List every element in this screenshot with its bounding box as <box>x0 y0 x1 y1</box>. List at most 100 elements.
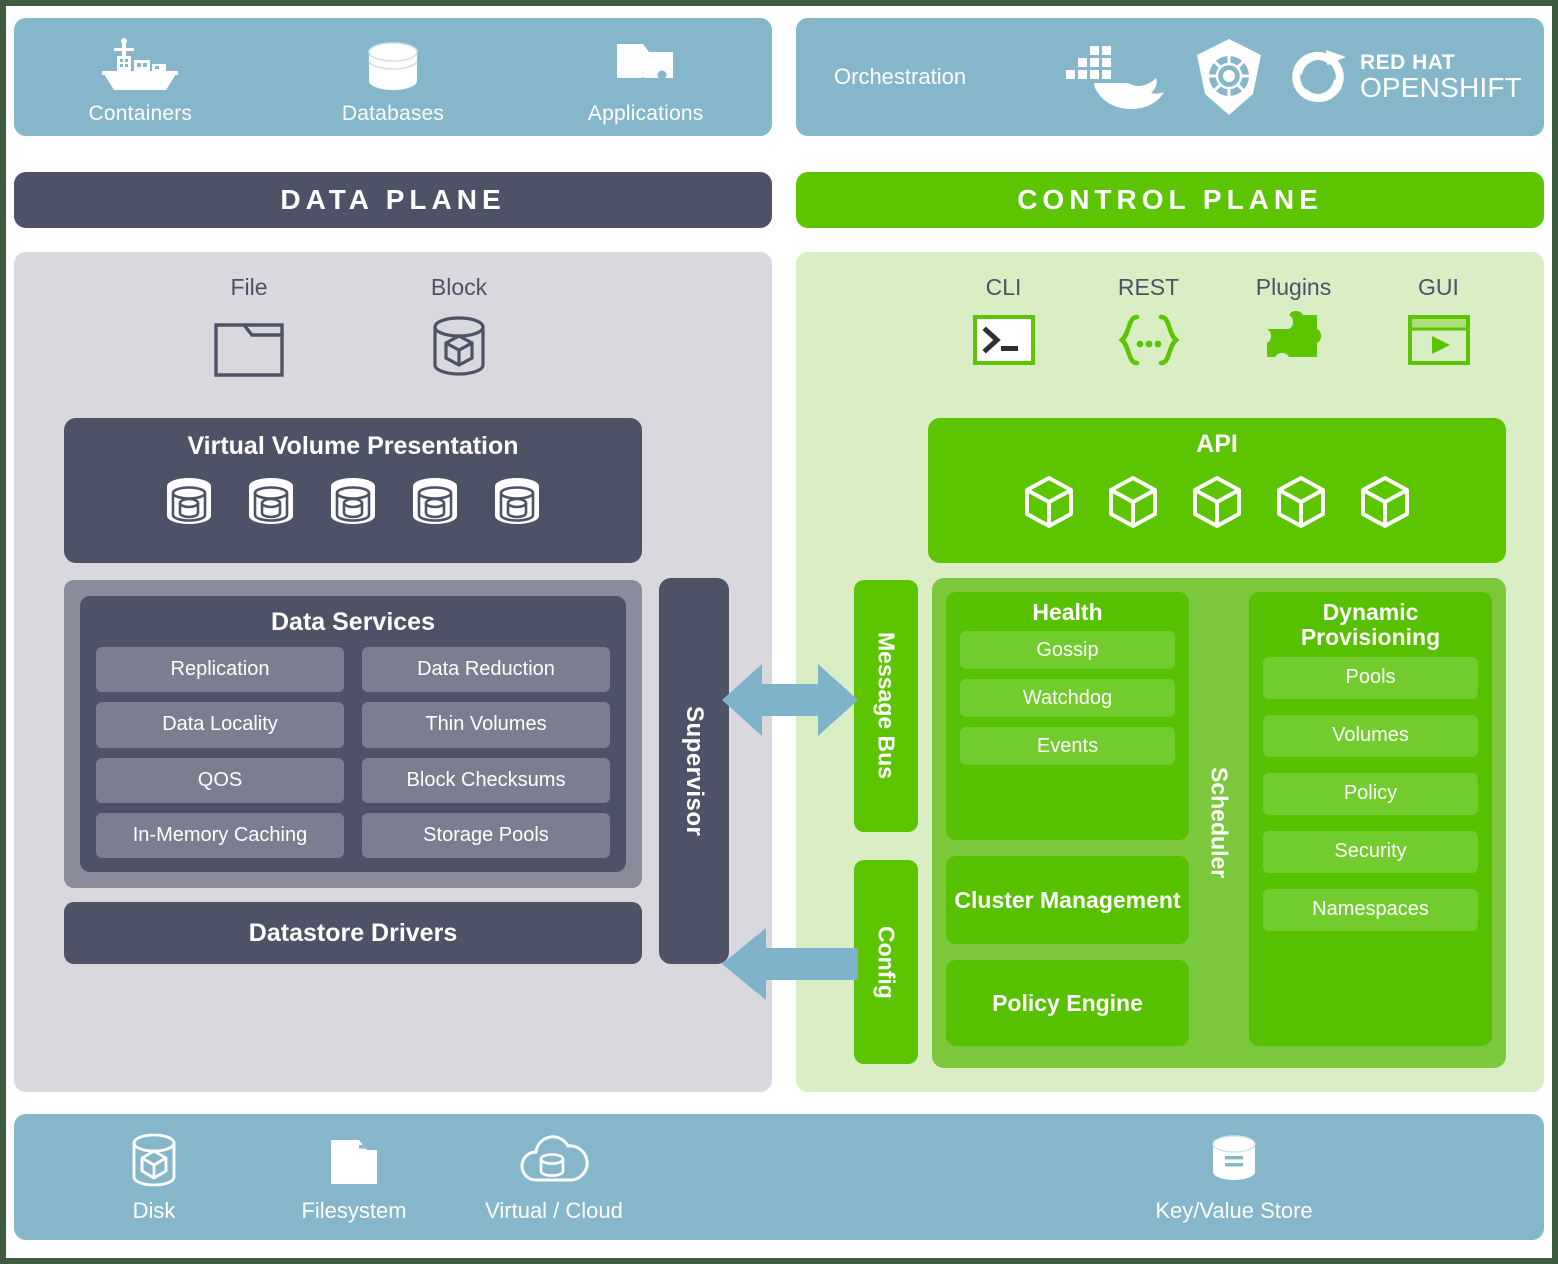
consumer-item-containers[interactable]: Containers <box>14 18 267 136</box>
data-service-item[interactable]: Replication <box>96 647 344 693</box>
kubernetes-helm-icon <box>1190 36 1268 118</box>
cluster-management-box: Cluster Management <box>946 856 1189 944</box>
terminal-prompt-icon <box>971 311 1037 369</box>
openshift-line1: RED HAT <box>1359 51 1456 74</box>
config-box: Config <box>854 860 918 1064</box>
database-cylinder-icon <box>358 38 428 96</box>
provisioning-item[interactable]: Pools <box>1263 656 1478 699</box>
keyvalue-store-icon <box>1203 1130 1265 1192</box>
api-title: API <box>1196 430 1238 458</box>
access-method-rest[interactable]: REST <box>1076 274 1221 404</box>
volume-cylinder-icon <box>242 475 300 531</box>
interface-item-block[interactable]: Block <box>354 274 564 404</box>
volume-cylinder-icon <box>160 475 218 531</box>
control-plane-title: CONTROL PLANE <box>796 172 1544 228</box>
vvp-title: Virtual Volume Presentation <box>187 432 519 460</box>
provisioning-item[interactable]: Namespaces <box>1263 888 1478 931</box>
interface-label: File <box>230 274 268 300</box>
data-service-item[interactable]: Storage Pools <box>362 812 610 858</box>
backend-left-group: Disk Filesystem Virtual / Cloud <box>54 1114 654 1240</box>
consumer-label: Applications <box>587 102 704 125</box>
folder-icon <box>210 313 288 381</box>
red-hat-openshift-icon: RED HAT OPENSHIFT <box>1286 46 1522 108</box>
backend-right-group: Key/Value Store <box>1074 1114 1394 1240</box>
access-method-plugins[interactable]: Plugins <box>1221 274 1366 404</box>
data-service-item[interactable]: Data Locality <box>96 702 344 748</box>
datastore-drivers-box: Datastore Drivers <box>64 902 642 964</box>
provisioning-item[interactable]: Volumes <box>1263 714 1478 757</box>
data-service-item[interactable]: QOS <box>96 757 344 803</box>
interface-label: Block <box>430 274 488 300</box>
data-service-item[interactable]: In-Memory Caching <box>96 812 344 858</box>
provisioning-item[interactable]: Policy <box>1263 772 1478 815</box>
container-ship-icon <box>92 38 188 96</box>
data-services-box: Data Services Replication Data Reduction… <box>80 596 626 872</box>
volume-cylinder-icon <box>488 475 546 531</box>
diagram-frame: Containers Databases Applications Orches… <box>0 0 1558 1264</box>
cube-icon <box>1189 473 1245 531</box>
data-services-grid: Replication Data Reduction Data Locality… <box>96 647 610 858</box>
health-item[interactable]: Events <box>960 727 1175 766</box>
virtual-volume-presentation-box: Virtual Volume Presentation <box>64 418 642 563</box>
backend-item-filesystem[interactable]: Filesystem <box>254 1114 454 1240</box>
backend-label: Filesystem <box>301 1198 407 1223</box>
data-plane-body: File Block Virtual Volume Presentation D… <box>14 252 772 1092</box>
backend-item-virtual-cloud[interactable]: Virtual / Cloud <box>454 1114 654 1240</box>
consumer-item-applications[interactable]: Applications <box>519 18 772 136</box>
health-item[interactable]: Gossip <box>960 631 1175 670</box>
backend-item-disk[interactable]: Disk <box>54 1114 254 1240</box>
api-box: API <box>928 418 1506 563</box>
orchestration-item-openshift[interactable]: RED HAT OPENSHIFT <box>1286 46 1522 108</box>
access-method-label: CLI <box>985 274 1022 300</box>
api-cube-list <box>1021 473 1413 531</box>
consumer-label: Databases <box>341 102 445 125</box>
disk-cylinder-icon <box>124 1130 184 1192</box>
scheduler-label-wrap: Scheduler <box>1206 592 1233 1054</box>
data-plane-title: DATA PLANE <box>14 172 772 228</box>
backend-item-keyvalue-store[interactable]: Key/Value Store <box>1074 1114 1394 1240</box>
cloud-database-icon <box>516 1130 592 1192</box>
health-column: Health Gossip Watchdog Events Cluster Ma… <box>946 592 1189 1054</box>
access-method-gui[interactable]: GUI <box>1366 274 1511 404</box>
provisioning-item[interactable]: Security <box>1263 830 1478 873</box>
access-method-cli[interactable]: CLI <box>931 274 1076 404</box>
cube-icon <box>1273 473 1329 531</box>
message-bus-box: Message Bus <box>854 580 918 832</box>
cube-icon <box>1357 473 1413 531</box>
scheduler-wrapper: Health Gossip Watchdog Events Cluster Ma… <box>932 578 1506 1068</box>
volume-cylinder-icon <box>324 475 382 531</box>
orchestration-item-docker[interactable] <box>1054 40 1172 114</box>
block-cylinder-icon <box>420 313 498 381</box>
backend-label: Key/Value Store <box>1155 1198 1313 1223</box>
orchestration-bar: Orchestration RED HAT OPENSHIFT <box>796 18 1544 136</box>
data-service-item[interactable]: Thin Volumes <box>362 702 610 748</box>
backend-label: Virtual / Cloud <box>485 1198 623 1223</box>
access-method-label: GUI <box>1418 274 1459 300</box>
diagram-canvas: Containers Databases Applications Orches… <box>6 6 1552 1258</box>
data-service-item[interactable]: Block Checksums <box>362 757 610 803</box>
policy-engine-box: Policy Engine <box>946 960 1189 1046</box>
consumer-item-databases[interactable]: Databases <box>267 18 520 136</box>
consumer-label: Containers <box>88 102 193 125</box>
application-gears-icon <box>603 38 689 96</box>
backend-label: Disk <box>132 1198 176 1223</box>
data-plane-interfaces: File Block <box>144 274 564 404</box>
config-label: Config <box>873 925 900 999</box>
puzzle-piece-icon <box>1259 311 1329 369</box>
access-method-label: REST <box>1117 274 1180 300</box>
window-play-icon <box>1406 311 1472 369</box>
curly-braces-icon <box>1112 311 1186 369</box>
docker-whale-icon <box>1054 40 1172 114</box>
scheduler-label: Scheduler <box>1206 767 1233 879</box>
filesystem-folder-icon <box>323 1130 385 1192</box>
data-services-wrapper: Data Services Replication Data Reduction… <box>64 580 642 888</box>
supervisor-label: Supervisor <box>681 705 708 837</box>
dynamic-provisioning-box: Dynamic Provisioning Pools Volumes Polic… <box>1249 592 1492 1046</box>
health-item[interactable]: Watchdog <box>960 679 1175 718</box>
orchestration-item-kubernetes[interactable] <box>1182 36 1276 118</box>
data-service-item[interactable]: Data Reduction <box>362 647 610 693</box>
supervisor-box: Supervisor <box>659 578 729 964</box>
dynamic-provisioning-column: Dynamic Provisioning Pools Volumes Polic… <box>1249 592 1492 1054</box>
orchestration-label: Orchestration <box>834 64 967 89</box>
interface-item-file[interactable]: File <box>144 274 354 404</box>
